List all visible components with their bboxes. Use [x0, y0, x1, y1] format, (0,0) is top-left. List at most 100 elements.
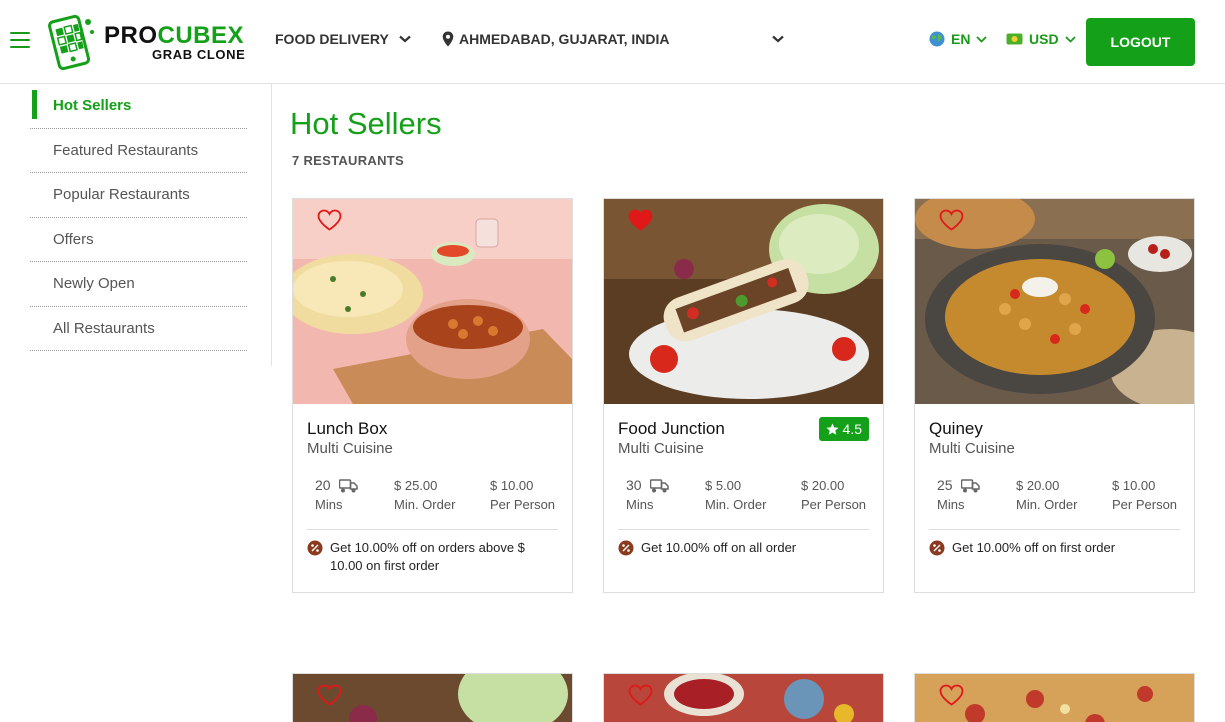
card-divider — [618, 529, 869, 530]
min-order-label: Min. Order — [705, 497, 767, 512]
currency-selector[interactable]: USD — [1006, 31, 1076, 47]
card-divider — [929, 529, 1180, 530]
brand-logo[interactable]: PROCUBEX GRAB CLONE — [44, 14, 248, 70]
heart-icon[interactable] — [317, 209, 342, 231]
restaurant-card[interactable] — [292, 673, 573, 722]
restaurant-name[interactable]: Quiney — [929, 419, 983, 439]
sidebar-item-hot-sellers[interactable]: Hot Sellers — [30, 84, 247, 129]
per-person: $ 20.00 Per Person — [801, 476, 866, 514]
service-label: FOOD DELIVERY — [275, 31, 389, 47]
brand-tagline: GRAB CLONE — [152, 47, 246, 62]
brand-name-part2: CUBEX — [157, 22, 245, 49]
per-person-value: $ 10.00 — [1112, 478, 1156, 493]
location-label: AHMEDABAD, GUJARAT, INDIA — [459, 31, 670, 47]
currency-icon — [1006, 33, 1023, 45]
chevron-down-icon — [772, 35, 784, 43]
globe-icon — [929, 31, 945, 47]
offer-text: Get 10.00% off on orders above $ 10.00 o… — [307, 539, 552, 575]
heart-icon[interactable] — [628, 684, 653, 706]
rating-value: 4.5 — [842, 421, 862, 437]
delivery-truck-icon — [650, 479, 669, 493]
heart-icon[interactable] — [317, 684, 342, 706]
offer-label: Get 10.00% off on all order — [641, 540, 797, 555]
min-order: $ 5.00 Min. Order — [705, 476, 766, 514]
logo-mark-icon — [48, 14, 94, 70]
sidebar-item-popular-restaurants[interactable]: Popular Restaurants — [30, 173, 247, 218]
hamburger-icon[interactable] — [10, 32, 30, 48]
location-pin-icon — [442, 31, 454, 47]
chevron-down-icon — [1064, 35, 1076, 43]
per-person: $ 10.00 Per Person — [1112, 476, 1177, 514]
discount-icon — [307, 540, 323, 556]
delivery-time-value: 25 — [937, 477, 953, 493]
delivery-truck-icon — [339, 479, 358, 493]
per-person-value: $ 10.00 — [490, 478, 534, 493]
delivery-time-unit: Mins — [626, 497, 654, 512]
min-order-value: $ 20.00 — [1016, 478, 1060, 493]
chevron-down-icon — [399, 35, 411, 43]
sidebar-item-label: Offers — [53, 230, 94, 248]
offer-label: Get 10.00% off on orders above $ 10.00 o… — [330, 540, 525, 573]
heart-icon[interactable] — [939, 209, 964, 231]
min-order-value: $ 5.00 — [705, 478, 742, 493]
restaurant-cuisine: Multi Cuisine — [307, 440, 393, 457]
sidebar-item-offers[interactable]: Offers — [30, 218, 247, 262]
offer-label: Get 10.00% off on first order — [952, 540, 1116, 555]
min-order: $ 20.00 Min. Order — [1016, 476, 1077, 514]
per-person-label: Per Person — [801, 497, 867, 512]
min-order-label: Min. Order — [394, 497, 456, 512]
heart-icon[interactable] — [939, 684, 964, 706]
language-label: EN — [951, 31, 971, 47]
sidebar-item-label: Popular Restaurants — [53, 186, 190, 204]
min-order: $ 25.00 Min. Order — [394, 476, 455, 514]
delivery-time: 25 Mins — [937, 476, 980, 514]
star-icon — [826, 423, 839, 435]
brand-name: PROCUBEX — [104, 22, 244, 50]
currency-label: USD — [1029, 31, 1059, 47]
delivery-time-value: 30 — [626, 477, 642, 493]
logout-button[interactable]: LOGOUT — [1086, 18, 1195, 66]
chevron-down-icon — [976, 35, 988, 43]
restaurant-cuisine: Multi Cuisine — [618, 440, 704, 457]
restaurant-card[interactable] — [603, 673, 884, 722]
top-header: PROCUBEX GRAB CLONE FOOD DELIVERY AHMEDA… — [0, 0, 1225, 84]
sidebar-item-featured-restaurants[interactable]: Featured Restaurants — [30, 129, 247, 173]
restaurant-card[interactable]: Quiney Multi Cuisine 25 Mins $ 20.00 Min… — [914, 198, 1195, 593]
sidebar-item-label: Hot Sellers — [53, 97, 132, 115]
restaurant-card[interactable] — [914, 673, 1195, 722]
sidebar-item-label: All Restaurants — [53, 319, 155, 337]
restaurant-cuisine: Multi Cuisine — [929, 440, 1015, 457]
restaurant-count: 7 RESTAURANTS — [292, 153, 405, 168]
delivery-time: 20 Mins — [315, 476, 358, 514]
delivery-time-value: 20 — [315, 477, 331, 493]
heart-icon[interactable] — [628, 209, 653, 231]
per-person: $ 10.00 Per Person — [490, 476, 555, 514]
min-order-label: Min. Order — [1016, 497, 1078, 512]
min-order-value: $ 25.00 — [394, 478, 438, 493]
offer-text: Get 10.00% off on all order — [618, 539, 863, 557]
service-dropdown[interactable]: FOOD DELIVERY — [275, 31, 411, 47]
card-divider — [307, 529, 558, 530]
per-person-label: Per Person — [1112, 497, 1178, 512]
language-selector[interactable]: EN — [929, 31, 988, 47]
delivery-truck-icon — [961, 479, 980, 493]
sidebar-item-all-restaurants[interactable]: All Restaurants — [30, 307, 247, 351]
restaurant-card[interactable]: Lunch Box Multi Cuisine 20 Mins $ 25.00 … — [292, 198, 573, 593]
sidebar-item-label: Newly Open — [53, 275, 135, 293]
rating-badge: 4.5 — [818, 417, 869, 441]
delivery-time-unit: Mins — [315, 497, 343, 512]
delivery-time-unit: Mins — [937, 497, 965, 512]
location-selector[interactable]: AHMEDABAD, GUJARAT, INDIA — [442, 31, 784, 47]
offer-text: Get 10.00% off on first order — [929, 539, 1174, 557]
brand-name-part1: PRO — [104, 22, 158, 49]
delivery-time: 30 Mins — [626, 476, 669, 514]
sidebar-item-label: Featured Restaurants — [53, 141, 199, 159]
category-sidebar: Hot Sellers Featured Restaurants Popular… — [30, 84, 272, 366]
restaurant-name[interactable]: Lunch Box — [307, 419, 387, 439]
per-person-label: Per Person — [490, 497, 556, 512]
discount-icon — [929, 540, 945, 556]
discount-icon — [618, 540, 634, 556]
sidebar-item-newly-open[interactable]: Newly Open — [30, 262, 247, 307]
restaurant-name[interactable]: Food Junction — [618, 419, 725, 439]
restaurant-card[interactable]: Food Junction 4.5 Multi Cuisine 30 Mins … — [603, 198, 884, 593]
